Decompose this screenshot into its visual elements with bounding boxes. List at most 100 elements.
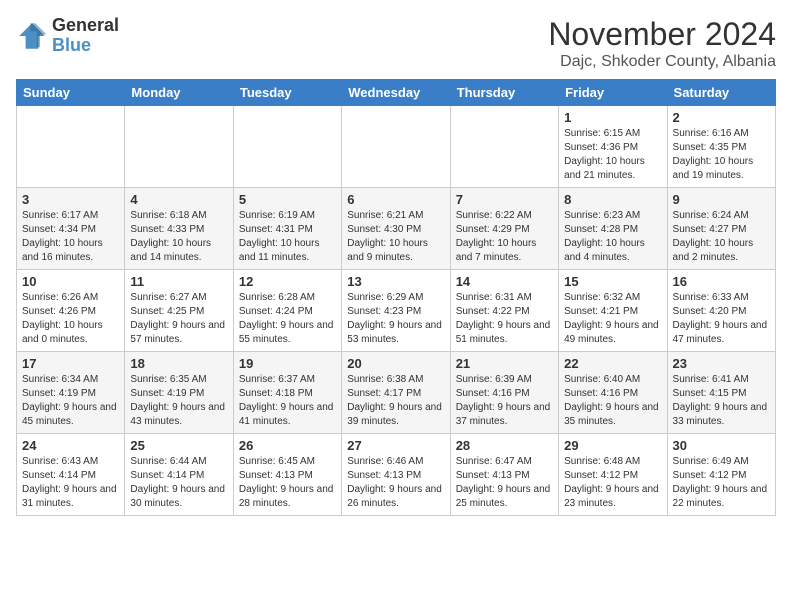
calendar-cell: 23 Sunrise: 6:41 AM Sunset: 4:15 PM Dayli… (667, 352, 775, 434)
day-info: Sunrise: 6:49 AM Sunset: 4:12 PM Dayligh… (673, 455, 770, 511)
day-info: Sunrise: 6:21 AM Sunset: 4:30 PM Dayligh… (347, 209, 444, 265)
day-number: 16 (673, 274, 770, 289)
calendar-cell: 27 Sunrise: 6:46 AM Sunset: 4:13 PM Dayli… (342, 434, 450, 516)
location-title: Dajc, Shkoder County, Albania (548, 53, 776, 71)
day-info: Sunrise: 6:48 AM Sunset: 4:12 PM Dayligh… (564, 455, 661, 511)
calendar-cell: 19Sunrise: 6:37 AM Sunset: 4:18 PM Dayli… (233, 352, 341, 434)
calendar-cell: 13 Sunrise: 6:29 AM Sunset: 4:23 PM Dayli… (342, 270, 450, 352)
calendar-cell: 17 Sunrise: 6:34 AM Sunset: 4:19 PM Dayli… (17, 352, 125, 434)
day-number: 22 (564, 356, 661, 371)
calendar-cell: 29Sunrise: 6:48 AM Sunset: 4:12 PM Dayli… (559, 434, 667, 516)
weekday-header-thursday: Thursday (450, 80, 558, 106)
day-number: 23 (673, 356, 770, 371)
day-number: 18 (130, 356, 227, 371)
calendar-cell: 7Sunrise: 6:22 AM Sunset: 4:29 PM Daylig… (450, 188, 558, 270)
calendar-cell: 24Sunrise: 6:43 AM Sunset: 4:14 PM Dayli… (17, 434, 125, 516)
day-info: Sunrise: 6:40 AM Sunset: 4:16 PM Dayligh… (564, 373, 661, 429)
weekday-header-wednesday: Wednesday (342, 80, 450, 106)
weekday-header-tuesday: Tuesday (233, 80, 341, 106)
calendar-cell (17, 106, 125, 188)
calendar-cell: 20Sunrise: 6:38 AM Sunset: 4:17 PM Dayli… (342, 352, 450, 434)
day-number: 1 (564, 110, 661, 125)
calendar-cell: 11Sunrise: 6:27 AM Sunset: 4:25 PM Dayli… (125, 270, 233, 352)
day-info: Sunrise: 6:44 AM Sunset: 4:14 PM Dayligh… (130, 455, 227, 511)
day-number: 6 (347, 192, 444, 207)
day-info: Sunrise: 6:18 AM Sunset: 4:33 PM Dayligh… (130, 209, 227, 265)
day-info: Sunrise: 6:22 AM Sunset: 4:29 PM Dayligh… (456, 209, 553, 265)
calendar-cell: 4Sunrise: 6:18 AM Sunset: 4:33 PM Daylig… (125, 188, 233, 270)
calendar-cell: 8Sunrise: 6:23 AM Sunset: 4:28 PM Daylig… (559, 188, 667, 270)
calendar-cell: 15 Sunrise: 6:32 AM Sunset: 4:21 PM Dayli… (559, 270, 667, 352)
day-info: Sunrise: 6:32 AM Sunset: 4:21 PM Dayligh… (564, 291, 661, 347)
week-row-2: 3 Sunrise: 6:17 AM Sunset: 4:34 PM Daylig… (17, 188, 776, 270)
day-number: 2 (673, 110, 770, 125)
month-title: November 2024 (548, 16, 776, 53)
day-number: 17 (22, 356, 119, 371)
week-row-1: 1Sunrise: 6:15 AM Sunset: 4:36 PM Daylig… (17, 106, 776, 188)
day-info: Sunrise: 6:19 AM Sunset: 4:31 PM Dayligh… (239, 209, 336, 265)
calendar-cell: 22 Sunrise: 6:40 AM Sunset: 4:16 PM Dayli… (559, 352, 667, 434)
calendar-cell: 28Sunrise: 6:47 AM Sunset: 4:13 PM Dayli… (450, 434, 558, 516)
day-number: 21 (456, 356, 553, 371)
title-area: November 2024 Dajc, Shkoder County, Alba… (548, 16, 776, 71)
calendar-cell: 25 Sunrise: 6:44 AM Sunset: 4:14 PM Dayli… (125, 434, 233, 516)
calendar-cell (450, 106, 558, 188)
logo-general-text: General (52, 16, 119, 36)
weekday-header-row: SundayMondayTuesdayWednesdayThursdayFrid… (17, 80, 776, 106)
day-info: Sunrise: 6:17 AM Sunset: 4:34 PM Dayligh… (22, 209, 119, 265)
day-info: Sunrise: 6:34 AM Sunset: 4:19 PM Dayligh… (22, 373, 119, 429)
day-info: Sunrise: 6:31 AM Sunset: 4:22 PM Dayligh… (456, 291, 553, 347)
day-number: 3 (22, 192, 119, 207)
calendar-cell: 2Sunrise: 6:16 AM Sunset: 4:35 PM Daylig… (667, 106, 775, 188)
calendar-cell: 21 Sunrise: 6:39 AM Sunset: 4:16 PM Dayli… (450, 352, 558, 434)
logo-text: General Blue (52, 16, 119, 56)
calendar-cell (342, 106, 450, 188)
day-number: 5 (239, 192, 336, 207)
day-number: 10 (22, 274, 119, 289)
calendar-cell: 30 Sunrise: 6:49 AM Sunset: 4:12 PM Dayli… (667, 434, 775, 516)
calendar-cell: 16Sunrise: 6:33 AM Sunset: 4:20 PM Dayli… (667, 270, 775, 352)
calendar-cell: 1Sunrise: 6:15 AM Sunset: 4:36 PM Daylig… (559, 106, 667, 188)
calendar-table: SundayMondayTuesdayWednesdayThursdayFrid… (16, 79, 776, 516)
day-number: 25 (130, 438, 227, 453)
weekday-header-monday: Monday (125, 80, 233, 106)
calendar-cell: 9 Sunrise: 6:24 AM Sunset: 4:27 PM Daylig… (667, 188, 775, 270)
day-number: 11 (130, 274, 227, 289)
day-info: Sunrise: 6:38 AM Sunset: 4:17 PM Dayligh… (347, 373, 444, 429)
day-number: 13 (347, 274, 444, 289)
calendar-cell: 10 Sunrise: 6:26 AM Sunset: 4:26 PM Dayli… (17, 270, 125, 352)
calendar-cell: 14 Sunrise: 6:31 AM Sunset: 4:22 PM Dayli… (450, 270, 558, 352)
day-number: 27 (347, 438, 444, 453)
day-number: 26 (239, 438, 336, 453)
day-info: Sunrise: 6:26 AM Sunset: 4:26 PM Dayligh… (22, 291, 119, 347)
calendar-cell: 12 Sunrise: 6:28 AM Sunset: 4:24 PM Dayli… (233, 270, 341, 352)
day-number: 15 (564, 274, 661, 289)
calendar-cell: 5 Sunrise: 6:19 AM Sunset: 4:31 PM Daylig… (233, 188, 341, 270)
calendar-cell: 26 Sunrise: 6:45 AM Sunset: 4:13 PM Dayli… (233, 434, 341, 516)
day-number: 28 (456, 438, 553, 453)
day-info: Sunrise: 6:28 AM Sunset: 4:24 PM Dayligh… (239, 291, 336, 347)
day-number: 30 (673, 438, 770, 453)
day-info: Sunrise: 6:46 AM Sunset: 4:13 PM Dayligh… (347, 455, 444, 511)
day-info: Sunrise: 6:24 AM Sunset: 4:27 PM Dayligh… (673, 209, 770, 265)
weekday-header-saturday: Saturday (667, 80, 775, 106)
day-number: 12 (239, 274, 336, 289)
logo-blue-text: Blue (52, 36, 119, 56)
weekday-header-sunday: Sunday (17, 80, 125, 106)
day-number: 24 (22, 438, 119, 453)
day-number: 14 (456, 274, 553, 289)
calendar-cell: 18Sunrise: 6:35 AM Sunset: 4:19 PM Dayli… (125, 352, 233, 434)
weekday-header-friday: Friday (559, 80, 667, 106)
calendar-cell: 6 Sunrise: 6:21 AM Sunset: 4:30 PM Daylig… (342, 188, 450, 270)
day-number: 8 (564, 192, 661, 207)
day-info: Sunrise: 6:45 AM Sunset: 4:13 PM Dayligh… (239, 455, 336, 511)
logo-icon (16, 20, 48, 52)
day-info: Sunrise: 6:29 AM Sunset: 4:23 PM Dayligh… (347, 291, 444, 347)
day-number: 9 (673, 192, 770, 207)
day-info: Sunrise: 6:39 AM Sunset: 4:16 PM Dayligh… (456, 373, 553, 429)
day-info: Sunrise: 6:41 AM Sunset: 4:15 PM Dayligh… (673, 373, 770, 429)
page-header: General Blue November 2024 Dajc, Shkoder… (16, 16, 776, 71)
calendar-cell: 3 Sunrise: 6:17 AM Sunset: 4:34 PM Daylig… (17, 188, 125, 270)
logo: General Blue (16, 16, 119, 56)
calendar-cell (125, 106, 233, 188)
